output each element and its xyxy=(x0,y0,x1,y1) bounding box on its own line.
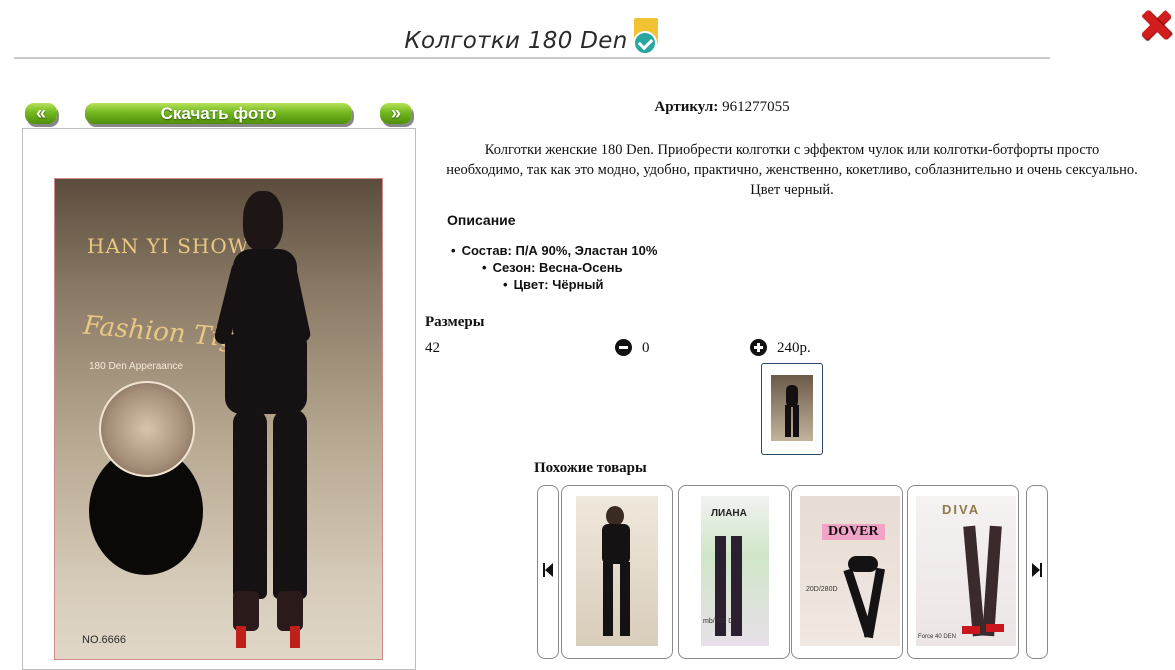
product-photo-frame: HAN YI SHOW Fashion Tights 180 Den Apper… xyxy=(22,128,416,670)
similar-product-sub: mb/300 D xyxy=(703,618,734,625)
close-icon[interactable] xyxy=(1139,8,1173,42)
spec-composition: Состав: П/А 90%, Эластан 10% xyxy=(451,243,658,258)
plus-circle-icon[interactable] xyxy=(750,339,767,356)
next-photo-button[interactable]: » xyxy=(380,103,412,124)
carousel-next-button[interactable] xyxy=(1026,485,1048,659)
package-brand: HAN YI SHOW xyxy=(87,234,250,258)
similar-product-image: ЛИАНА mb/300 D xyxy=(701,496,769,646)
similar-product-card[interactable]: DOVER 20D/280D xyxy=(791,485,903,659)
similar-products-title: Похожие товары xyxy=(534,460,647,476)
package-lace-detail xyxy=(99,381,195,477)
spec-color: Цвет: Чёрный xyxy=(503,277,604,292)
article-label: Артикул: xyxy=(654,99,719,115)
sizes-title: Размеры xyxy=(425,314,485,330)
quantity-value: 0 xyxy=(642,340,650,356)
specs-title: Описание xyxy=(447,212,516,228)
similar-product-card[interactable] xyxy=(561,485,673,659)
skip-forward-icon xyxy=(1032,563,1042,577)
product-description: Колготки женские 180 Den. Приобрести кол… xyxy=(446,142,1138,198)
skip-back-icon xyxy=(543,563,553,577)
similar-product-image xyxy=(576,496,658,646)
product-photo[interactable]: HAN YI SHOW Fashion Tights 180 Den Apper… xyxy=(54,178,383,660)
price-value: 240р. xyxy=(777,340,811,356)
previous-photo-button[interactable]: « xyxy=(25,103,57,124)
carousel-prev-button[interactable] xyxy=(537,485,559,659)
page-header: Колготки 180 Den xyxy=(0,18,1064,55)
similar-product-image: DIVA Force 40 DEN xyxy=(916,496,1016,646)
similar-product-sub: Force 40 DEN xyxy=(918,634,957,640)
download-photo-button[interactable]: Скачать фото xyxy=(85,103,352,124)
thumbnail-image xyxy=(771,375,813,441)
article-value: 961277055 xyxy=(722,99,790,115)
article-line: Артикул: 961277055 xyxy=(425,99,1019,116)
package-appearance-text: 180 Den Apperaance xyxy=(89,361,183,372)
package-model-number: NO.6666 xyxy=(82,634,127,646)
page-title: Колготки 180 Den xyxy=(404,28,628,54)
similar-product-sub: 20D/280D xyxy=(806,586,838,593)
spec-season: Сезон: Весна-Осень xyxy=(482,260,623,275)
size-value: 42 xyxy=(425,340,440,356)
verified-check-icon xyxy=(632,18,660,55)
similar-product-brand: DOVER xyxy=(822,524,885,540)
minus-circle-icon[interactable] xyxy=(615,339,632,356)
similar-product-brand: ЛИАНА xyxy=(711,508,747,519)
header-divider xyxy=(14,57,1050,59)
similar-product-card[interactable]: DIVA Force 40 DEN xyxy=(907,485,1019,659)
photo-thumbnail[interactable] xyxy=(761,363,823,455)
similar-product-brand: DIVA xyxy=(942,502,981,517)
similar-product-card[interactable]: ЛИАНА mb/300 D xyxy=(678,485,790,659)
similar-product-image: DOVER 20D/280D xyxy=(800,496,900,646)
